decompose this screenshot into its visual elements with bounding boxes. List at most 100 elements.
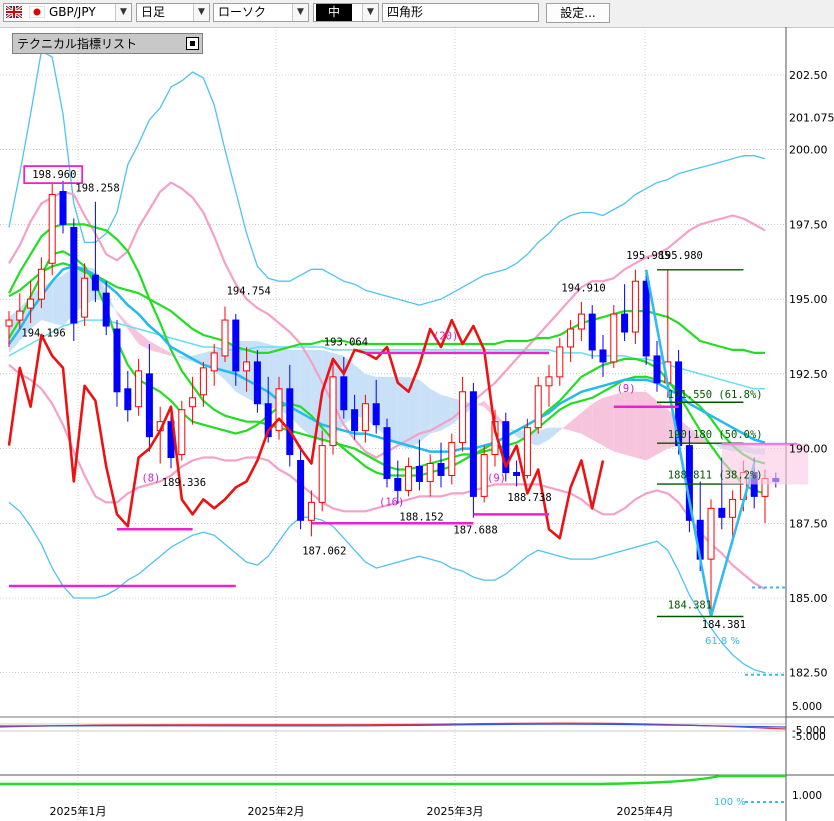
candle-body	[707, 507, 715, 560]
y-axis-tick-label: 182.50	[789, 667, 828, 680]
ichimoku-cloud-segment	[592, 397, 603, 446]
candle-body	[307, 501, 315, 521]
price-label: 194.754	[227, 286, 271, 298]
symbol-select[interactable]: GBP/JPY ▼	[3, 3, 132, 22]
moving-average-green-long	[8, 262, 765, 354]
period-label: (9)	[487, 472, 506, 484]
candle-body	[318, 445, 326, 503]
ichimoku-cloud-segment	[538, 427, 549, 446]
price-label: 198.960	[32, 169, 76, 181]
candle-body	[372, 403, 380, 426]
candle-body	[113, 328, 121, 393]
ichimoku-cloud-segment	[52, 275, 63, 327]
period-label: (8)	[141, 472, 160, 484]
candle-body	[59, 191, 67, 225]
chevron-down-icon[interactable]: ▼	[362, 4, 378, 21]
ichimoku-cloud-segment	[635, 391, 647, 461]
candle-body	[70, 226, 78, 324]
candle-body	[340, 376, 348, 411]
symbol-value: GBP/JPY	[49, 5, 96, 19]
candle-body	[567, 328, 575, 348]
chevron-down-icon[interactable]: ▼	[292, 4, 308, 21]
y-axis-tick-label: 187.50	[789, 517, 828, 530]
candle-body	[210, 352, 218, 372]
line-width-select[interactable]: 中 ▼	[313, 3, 379, 22]
candle-body	[588, 313, 596, 351]
chevron-down-icon[interactable]: ▼	[115, 4, 131, 21]
candle-body	[102, 292, 110, 327]
price-label: 188.738	[507, 492, 551, 504]
y-axis-tick-label: 190.00	[789, 443, 828, 456]
ichimoku-cloud-segment	[441, 394, 452, 431]
candle-body	[729, 498, 737, 518]
price-label: 198.258	[75, 183, 119, 195]
period-label: (9)	[617, 383, 636, 395]
chart-style-value: ローソク	[218, 5, 267, 19]
candle-body	[610, 313, 618, 363]
x-axis-month-label: 2025年4月	[617, 804, 674, 818]
chart-style-select[interactable]: ローソク ▼	[213, 3, 309, 22]
period-label: (20)	[433, 330, 458, 342]
x-axis-month-label: 2025年1月	[50, 804, 107, 818]
shape-select[interactable]: 四角形	[382, 3, 539, 22]
uk-flag-icon	[5, 4, 23, 20]
y-axis-tick-label: 200.00	[789, 144, 828, 157]
price-chart[interactable]: 198.960 198.258 194.196 194.754 189.336 193.0…	[0, 27, 834, 821]
bollinger-upper-2	[8, 50, 766, 306]
candle-body	[178, 409, 186, 456]
candle-body	[5, 319, 13, 327]
period-label: (16)	[379, 496, 404, 508]
candle-body	[253, 361, 261, 405]
ichimoku-cloud-segment	[570, 412, 582, 434]
indicator-list-panel[interactable]: テクニカル指標リスト	[12, 33, 203, 54]
candle-body	[599, 349, 607, 363]
chart-toolbar: GBP/JPY ▼ 日足 ▼ ローソク ▼ 中 ▼ 四角形 設定...	[0, 0, 834, 28]
ichimoku-cloud-segment	[603, 394, 614, 452]
candle-body	[124, 388, 132, 411]
candle-body	[415, 466, 423, 482]
candle-body	[48, 194, 56, 264]
panel-menu-icon[interactable]	[186, 37, 199, 50]
candle-body	[286, 388, 294, 456]
candle-body	[27, 298, 35, 309]
candle-body	[145, 373, 153, 438]
settings-button[interactable]: 設定...	[546, 3, 610, 23]
price-label: 188.152	[399, 511, 443, 523]
candle-body	[135, 370, 143, 408]
fib-percent-label: 100 %	[714, 797, 746, 808]
ichimoku-cloud-segment	[138, 332, 150, 350]
x-axis-month-label: 2025年2月	[248, 804, 305, 818]
price-label: 195.980	[659, 250, 703, 262]
price-label: 187.062	[302, 546, 346, 558]
price-label: 193.064	[324, 336, 368, 348]
price-label: 188.811 (38.2%)	[668, 469, 763, 481]
chevron-down-icon[interactable]: ▼	[193, 4, 209, 21]
candle-body	[199, 367, 207, 396]
candle-body	[275, 388, 283, 432]
ichimoku-cloud-segment	[613, 391, 625, 455]
ichimoku-cloud-segment	[624, 391, 636, 458]
line-width-value: 中	[316, 4, 353, 21]
candle-body	[383, 427, 391, 479]
candle-body	[91, 274, 99, 291]
timeframe-value: 日足	[141, 5, 166, 19]
candle-body	[523, 427, 531, 476]
candle-body	[426, 463, 434, 482]
japan-flag-icon	[28, 5, 46, 19]
sub-axis-tick-label: 1.000	[792, 790, 822, 802]
candle-body	[221, 319, 229, 357]
price-label: 191.550 (61.8%)	[668, 389, 763, 401]
candle-body	[232, 319, 240, 372]
price-label: 194.196	[21, 328, 65, 340]
timeframe-select[interactable]: 日足 ▼	[136, 3, 210, 22]
sub-axis-tick-label: -5.000	[792, 731, 826, 743]
ichimoku-cloud-segment	[581, 403, 593, 440]
candle-body	[459, 391, 467, 444]
candle-body	[642, 280, 650, 357]
candle-body	[81, 277, 89, 318]
candle-body	[437, 463, 445, 476]
y-axis-tick-label: 202.50	[789, 69, 828, 82]
ichimoku-cloud-segment	[300, 349, 312, 437]
ichimoku-cloud-segment	[559, 421, 571, 431]
candle-body	[329, 376, 337, 447]
